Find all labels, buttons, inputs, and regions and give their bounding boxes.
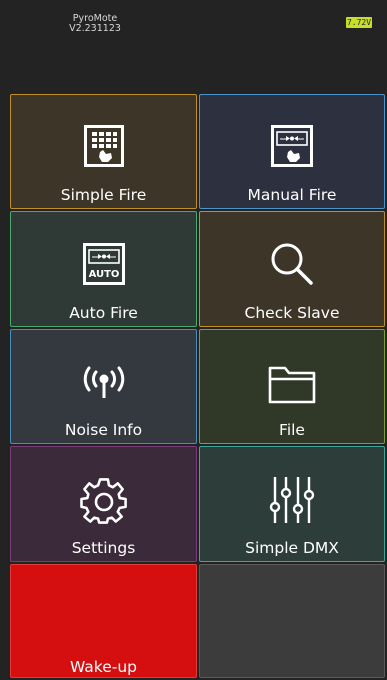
auto-fire-icon: AUTO [82,243,125,285]
status-header: PyroMote V2.231123 7.72V [0,0,387,92]
noise-info-button[interactable]: Noise Info [10,329,197,444]
file-button[interactable]: File [199,329,385,444]
simple-dmx-label: Simple DMX [245,539,339,557]
auto-fire-button[interactable]: AUTO Auto Fire [10,211,197,327]
keypad-fire-icon [83,125,124,167]
simple-dmx-button[interactable]: Simple DMX [199,446,385,562]
auto-fire-label: Auto Fire [69,304,138,322]
check-slave-button[interactable]: Check Slave [199,211,385,327]
gear-icon [79,477,128,525]
empty-tile [199,564,385,678]
search-icon [270,242,314,286]
file-label: File [279,421,305,439]
sliders-icon [268,475,316,525]
wake-up-button[interactable]: Wake-up [10,564,197,678]
signal-icon [82,366,126,400]
simple-fire-label: Simple Fire [60,186,147,204]
manual-fire-icon [271,125,313,167]
manual-fire-button[interactable]: Manual Fire [199,94,385,209]
folder-icon [268,364,316,404]
svg-text:AUTO: AUTO [88,269,119,280]
simple-fire-button[interactable]: Simple Fire [10,94,197,209]
settings-button[interactable]: Settings [10,446,197,562]
app-title: PyroMote V2.231123 [0,14,190,34]
battery-indicator: 7.72V [346,17,372,28]
app-version: V2.231123 [69,23,121,34]
manual-fire-label: Manual Fire [247,186,337,204]
check-slave-label: Check Slave [244,304,340,322]
settings-label: Settings [71,539,136,557]
noise-info-label: Noise Info [64,421,143,439]
wake-up-label: Wake-up [69,658,138,676]
